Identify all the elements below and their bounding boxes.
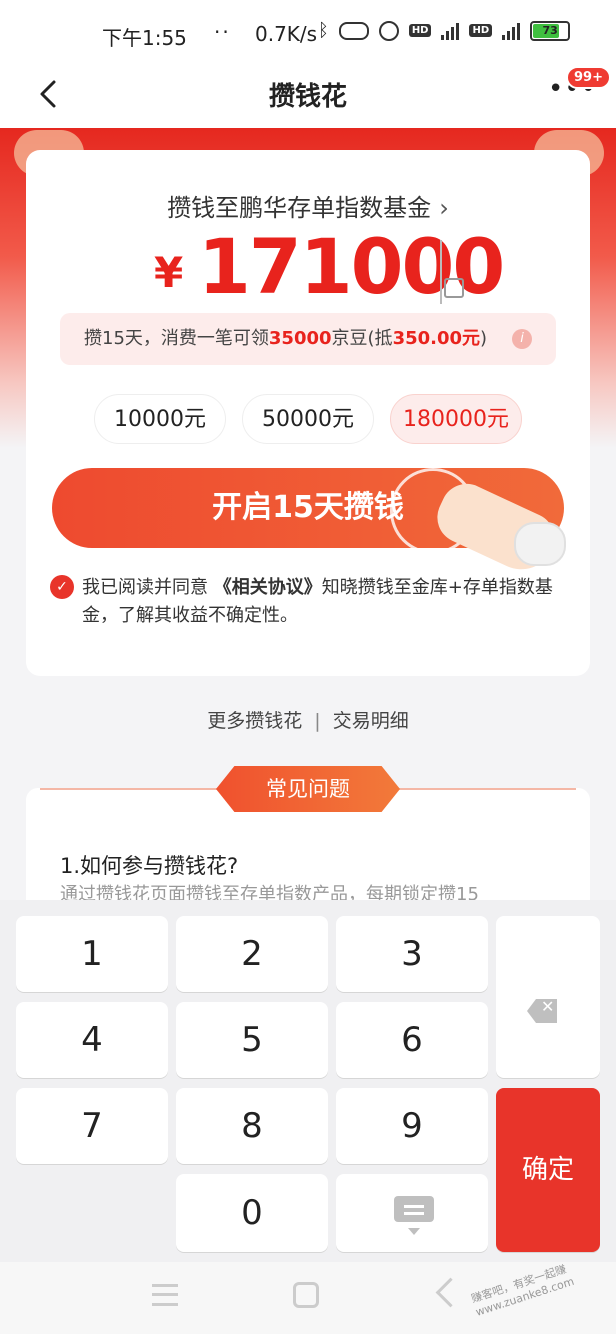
key-6-label: 6 [401,1020,423,1060]
key-0-label: 0 [241,1193,263,1233]
key-8-label: 8 [241,1106,263,1146]
nav-bar: 攒钱花 ••• [0,62,616,128]
recents-icon[interactable] [152,1284,178,1306]
hand-cuff-icon [514,522,566,566]
reward-tip: 攒15天，消费一笔可领35000京豆(抵350.00元) i [60,313,556,365]
footer-links: 更多攒钱花 | 交易明细 [0,706,616,733]
tip-suffix: ) [480,328,488,349]
system-back-icon[interactable] [435,1277,466,1308]
tip-mid: 京豆(抵 [331,328,393,349]
key-9[interactable]: 9 [336,1088,488,1164]
agree-checkbox[interactable]: ✓ [50,575,74,599]
faq-divider-left [40,788,220,790]
home-icon[interactable] [293,1282,319,1308]
toggle-icon [338,21,369,40]
more-saving-link[interactable]: 更多攒钱花 [207,710,302,732]
signal-icon [441,22,460,40]
amount-chip-180000[interactable]: 180000元 [390,394,522,444]
confirm-key[interactable]: 确定 [496,1088,600,1252]
key-6[interactable]: 6 [336,1002,488,1078]
key-5[interactable]: 5 [176,1002,328,1078]
key-9-label: 9 [401,1106,423,1146]
backspace-icon [527,999,557,1023]
amount-input[interactable]: ¥ 171000 [26,218,590,311]
key-1[interactable]: 1 [16,916,168,992]
agreement-text: 我已阅读并同意 《相关协议》知晓攒钱至金库+存单指数基金，了解其收益不确定性。 [82,574,562,630]
key-4-label: 4 [81,1020,103,1060]
deposit-card: 攒钱至鹏华存单指数基金 › ¥ 171000 攒15天，消费一笔可领35000京豆… [26,150,590,676]
battery-level: 73 [542,23,558,37]
battery-icon: 73 [530,20,571,41]
key-7[interactable]: 7 [16,1088,168,1164]
key-1-label: 1 [81,934,103,974]
tip-prefix: 攒15天，消费一笔可领 [84,328,269,349]
amount-chip-10000[interactable]: 10000元 [94,394,226,444]
faq-tab: 常见问题 [216,766,400,812]
agreement-prefix: 我已阅读并同意 [82,577,214,598]
edit-icon[interactable] [444,278,464,298]
tip-value: 350.00元 [392,328,481,349]
key-3-label: 3 [401,934,423,974]
key-5-label: 5 [241,1020,263,1060]
info-icon[interactable]: i [512,329,532,349]
keyboard-hide-icon [394,1196,434,1235]
faq-divider-right [396,788,576,790]
key-7-label: 7 [81,1106,103,1146]
currency-symbol: ¥ [154,248,184,297]
status-network-speed: 0.7K/s [255,22,318,46]
notification-badge: 99+ [566,66,611,89]
status-bar: 下午1:55 ·· 0.7K/s ᛒ HD HD 73 [0,0,616,62]
faq-question[interactable]: 1.如何参与攒钱花? [60,850,238,880]
signal-icon-2 [502,22,521,40]
hd-icon-2: HD [469,24,493,37]
bluetooth-icon: ᛒ [318,20,329,41]
status-time: 下午1:55 [102,26,187,50]
amount-chip-50000[interactable]: 50000元 [242,394,374,444]
alarm-icon [378,20,399,41]
key-3[interactable]: 3 [336,916,488,992]
page-title: 攒钱花 [268,82,347,112]
text-cursor [440,240,442,304]
status-icons: ᛒ HD HD 73 [318,20,571,41]
key-8[interactable]: 8 [176,1088,328,1164]
tip-beans: 35000 [268,328,332,349]
key-4[interactable]: 4 [16,1002,168,1078]
hd-icon: HD [408,24,432,37]
hide-keyboard-key[interactable] [336,1174,488,1252]
key-0[interactable]: 0 [176,1174,328,1252]
key-2-label: 2 [241,934,263,974]
status-dots: ·· [214,20,231,44]
numeric-keyboard: 1 2 3 4 5 6 7 8 9 确定 0 [0,900,616,1262]
transaction-detail-link[interactable]: 交易明细 [333,710,409,732]
confirm-key-label: 确定 [521,1155,574,1185]
agreement-link[interactable]: 《相关协议》 [214,577,322,598]
key-2[interactable]: 2 [176,916,328,992]
delete-key[interactable] [496,916,600,1078]
link-separator: | [314,710,321,732]
